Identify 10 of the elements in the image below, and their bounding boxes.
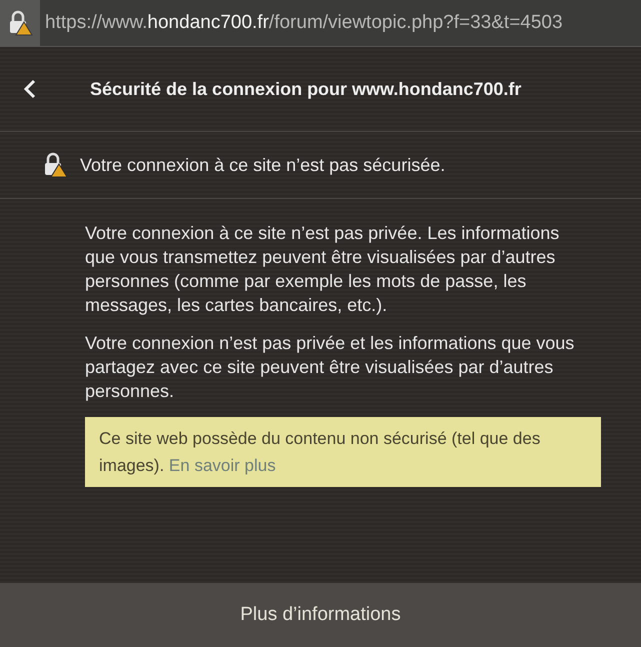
warning-lock-icon [7, 10, 33, 36]
back-icon[interactable] [22, 78, 38, 100]
site-info-button[interactable] [0, 0, 40, 46]
panel-title: Sécurité de la connexion pour www.hondanc700.fr [90, 78, 522, 100]
mixed-content-warning: Ce site web possède du contenu non sécurisé (tel que des images). En savoir plus [85, 417, 601, 487]
more-info-button[interactable]: Plus d’informations [0, 583, 641, 647]
description-paragraph: Votre connexion n’est pas privée et les informations que vous partagez avec ce site peuvent être visualisées par d’autres personnes. [85, 332, 576, 403]
connection-status: Votre connexion à ce site n’est pas sécurisée. [80, 154, 446, 176]
warning-lock-icon [42, 152, 68, 178]
description-paragraph: Votre connexion à ce site n’est pas privée. Les informations que vous transmettez peuvent être visualisées par d’autres personnes (comme par exemple les mots de passe, les messages, les cartes bancaires, etc.). [85, 222, 560, 317]
